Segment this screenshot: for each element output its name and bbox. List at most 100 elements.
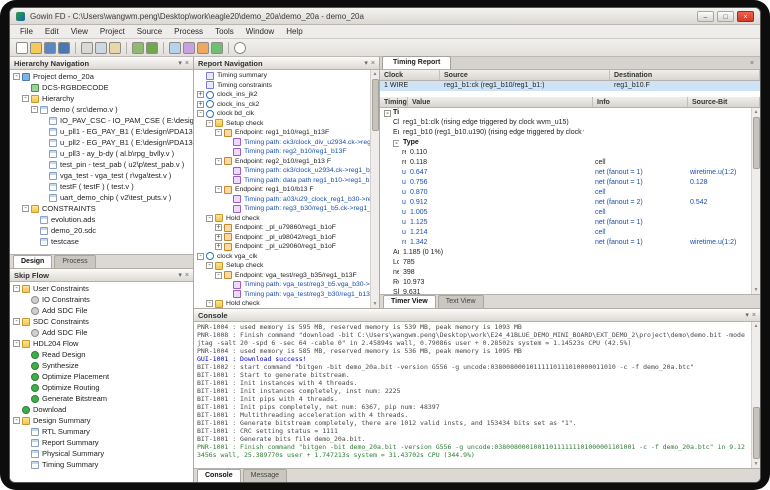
hierarchy-item-u-pll3-ay-b-dy-al-b-rpg-bvlly-v[interactable]: u_pll3 - ay_b-dy ( al.b\rpg_bvlly.v ) [10,148,193,159]
panel-close-icon[interactable]: × [371,58,375,69]
path-table-row[interactable]: u44/lout_u_u2954 ck0.756net (fanout = 1)… [380,178,751,188]
menu-view[interactable]: View [65,25,94,39]
tab-close-icon[interactable]: × [750,60,758,69]
nav-item-timing-path-ck3-clock-u2934-ck-reg1-b10-reg1-b14[interactable]: Timing path: ck3/clock_u2934.ck->reg1_b1… [194,166,370,176]
path-table-row[interactable]: u46/lout_u_u43 b5 (u45)0.912net (fanout … [380,198,751,208]
nav-scrollbar[interactable]: ▲ ▼ [370,70,379,308]
scroll-down-icon[interactable]: ▼ [373,300,378,308]
process-item-io-constraints[interactable]: IO Constraints [10,294,193,305]
menu-edit[interactable]: Edit [39,25,65,39]
hierarchy-item-testcase[interactable]: testcase [10,236,193,247]
collapse-icon[interactable]: - [13,417,20,424]
process-item-generate-bitstream[interactable]: Generate Bitstream [10,393,193,404]
nav-item-hold-check[interactable]: -Hold check [194,299,370,308]
path-table-row[interactable]: reg1_b10 d (u48)1.342net (fanout = 1)wir… [380,238,751,248]
collapse-icon[interactable]: - [215,186,222,193]
scrollbar-thumb[interactable] [372,79,379,131]
collapse-icon[interactable]: - [206,215,213,222]
panel-float-icon[interactable]: ▾ [745,310,749,321]
nav-item-timing-path-reg2-b10-reg1-b13f[interactable]: Timing path: reg2_b10/reg1_b13F [194,147,370,157]
menu-tools[interactable]: Tools [209,25,240,39]
console-tab-message[interactable]: Message [243,469,287,482]
expand-icon[interactable]: + [197,101,204,108]
collapse-icon[interactable]: - [197,253,204,260]
scroll-up-icon[interactable]: ▲ [754,108,759,116]
path-table-row[interactable]: End Pointreg1_b10 (reg1_b10.u190) (risin… [380,128,751,138]
minimize-button[interactable]: – [697,11,714,22]
nav-item-endpoint-vga-test-reg3-b35-reg1-b13f[interactable]: -Endpoint: vga_test/reg3_b35/reg1_b13F [194,271,370,281]
nav-item-endpoint-pl-u98042-reg1-b1of[interactable]: +Endpoint: _pl_u98042/reg1_b1oF [194,233,370,243]
collapse-icon[interactable]: - [206,120,213,127]
scroll-down-icon[interactable]: ▼ [754,460,759,468]
scrollbar-thumb[interactable] [753,407,760,459]
collapse-icon[interactable]: - [13,340,20,347]
scroll-down-icon[interactable]: ▼ [754,286,759,294]
process-item-synthesize[interactable]: Synthesize [10,360,193,371]
path-table-row[interactable]: Logical785 [380,258,751,268]
collapse-icon[interactable]: - [215,158,222,165]
path-table-row[interactable]: u43/lout_u_u2954 b1 (reg1_b1)0.647net (f… [380,168,751,178]
path-table-row[interactable]: u47/u_u2954 b1 (u46)1.125net (fanout = 1… [380,218,751,228]
save-all-icon[interactable] [58,42,70,54]
nav-item-timing-path-ck3-clock-div-u2934-ck-reg1-b10-reg1-b13[interactable]: Timing path: ck3/clock_div_u2934.ck->reg… [194,138,370,148]
path-table-row[interactable]: Arrival Time1.185 (0 1%) [380,248,751,258]
nav-item-hold-check[interactable]: -Hold check [194,214,370,224]
collapse-icon[interactable]: - [13,73,20,80]
copy-icon[interactable] [95,42,107,54]
hierarchy-item-vga-test-vga-test-r-vga-test-v[interactable]: vga_test - vga_test ( r\vga\test.v ) [10,170,193,181]
collapse-icon[interactable]: - [13,285,20,292]
collapse-icon[interactable]: - [206,262,213,269]
hierarchy-item-demo-src-demo-v[interactable]: -demo ( src\demo.v ) [10,104,193,115]
nav-item-endpoint-reg1-b10-reg1-b13f[interactable]: -Endpoint: reg1_b10/reg1_b13F [194,128,370,138]
path-table-row[interactable]: Required time10.973 [380,278,751,288]
hierarchy-item-constraints[interactable]: -CONSTRAINTS [10,203,193,214]
hierarchy-item-io-pav-csc-io-pam-cse-e-design-pda1354m-v[interactable]: IO_PAV_CSC - IO_PAM_CSE ( E:\design\PDA1… [10,115,193,126]
collapse-icon[interactable]: - [22,205,29,212]
path-table-row[interactable]: reg1_b1 u1900.118cell [380,158,751,168]
menu-file[interactable]: File [14,25,39,39]
nav-item-clock-ins-jk2[interactable]: +clock_ins_jk2 [194,90,370,100]
menu-help[interactable]: Help [280,25,308,39]
menu-process[interactable]: Process [168,25,209,39]
nav-item-setup-check[interactable]: -Setup check [194,119,370,129]
hierarchy-item-test-pin-test-pab-u2-p-test-pab-v[interactable]: test_pin - test_pab ( u2\p\test_pab.v ) [10,159,193,170]
process-item-add-sdc-file[interactable]: Add SDC File [10,327,193,338]
collapse-icon[interactable]: - [197,110,204,117]
collapse-icon[interactable]: - [215,272,222,279]
collapse-icon[interactable]: - [22,95,29,102]
nav-item-timing-path-vga-test-reg3-b30-reg1-b13f[interactable]: Timing path: vga_test/reg3_b30/reg1_b13F [194,290,370,300]
hierarchy-tab-process[interactable]: Process [54,255,95,268]
process-item-download[interactable]: Download [10,404,193,415]
path-table-row[interactable]: u48/lout_b_u43 u1901.214cell [380,228,751,238]
scrollbar-thumb[interactable] [753,117,760,169]
process-item-add-sdc-file[interactable]: Add SDC File [10,305,193,316]
path-table-row[interactable]: u45/u_u2954 u1900.870cell [380,188,751,198]
paste-icon[interactable] [109,42,121,54]
process-item-optimize-placement[interactable]: Optimize Placement [10,371,193,382]
path-table-row[interactable]: Clock Pausereg1_b1:clk (rising edge trig… [380,118,751,128]
synth-icon[interactable] [183,42,195,54]
nav-item-clock-vga-clk[interactable]: -clock vga_clk [194,252,370,262]
panel-float-icon[interactable]: ▾ [364,58,368,69]
expand-icon[interactable]: + [215,224,222,231]
panel-float-icon[interactable]: ▾ [178,270,182,281]
nav-item-endpoint-pl-u79860-reg1-b1of[interactable]: +Endpoint: _pl_u79860/reg1_b1oF [194,223,370,233]
process-item-timing-summary[interactable]: Timing Summary [10,459,193,470]
process-item-optimize-routing[interactable]: Optimize Routing [10,382,193,393]
nav-item-endpoint-reg2-b10-reg1-b13-f[interactable]: -Endpoint: reg2_b10/reg1_b13 F [194,157,370,167]
process-item-sdc-constraints[interactable]: -SDC Constraints [10,316,193,327]
process-item-design-summary[interactable]: -Design Summary [10,415,193,426]
collapse-icon[interactable]: - [215,129,222,136]
hierarchy-item-dcs-rgbdecode[interactable]: DCS-RGBDECODE [10,82,193,93]
hierarchy-item-hierarchy[interactable]: -Hierarchy [10,93,193,104]
nav-item-timing-path-data-path-reg1-b10-reg1-b10-reg1-b14[interactable]: Timing path: data path reg1_b10->reg1_b1… [194,176,370,186]
report-scrollbar[interactable]: ▲ ▼ [751,108,760,294]
hierarchy-item-uart-demo-chip-v2-test-puts-v[interactable]: uart_demo_chip ( v2\test_puts.v ) [10,192,193,203]
collapse-icon[interactable]: - [31,106,38,113]
hierarchy-item-testf-testf-test-v[interactable]: testF ( testF ) ( test.v ) [10,181,193,192]
nav-item-clock-bd-clk[interactable]: -clock bd_clk [194,109,370,119]
hierarchy-item-evolution-ads[interactable]: evolution.ads [10,214,193,225]
process-item-hdl204-flow[interactable]: -HDL204 Flow [10,338,193,349]
hierarchy-item-u-pll1-eg-pay-b1-e-design-pda1354-ref-v[interactable]: u_pll1 - EG_PAY_B1 ( E:\design\PDA1354\r… [10,126,193,137]
clock-table-row[interactable]: 1 WIREreg1_b1:ck (reg1_b10/reg1_b1:)reg1… [380,81,760,91]
